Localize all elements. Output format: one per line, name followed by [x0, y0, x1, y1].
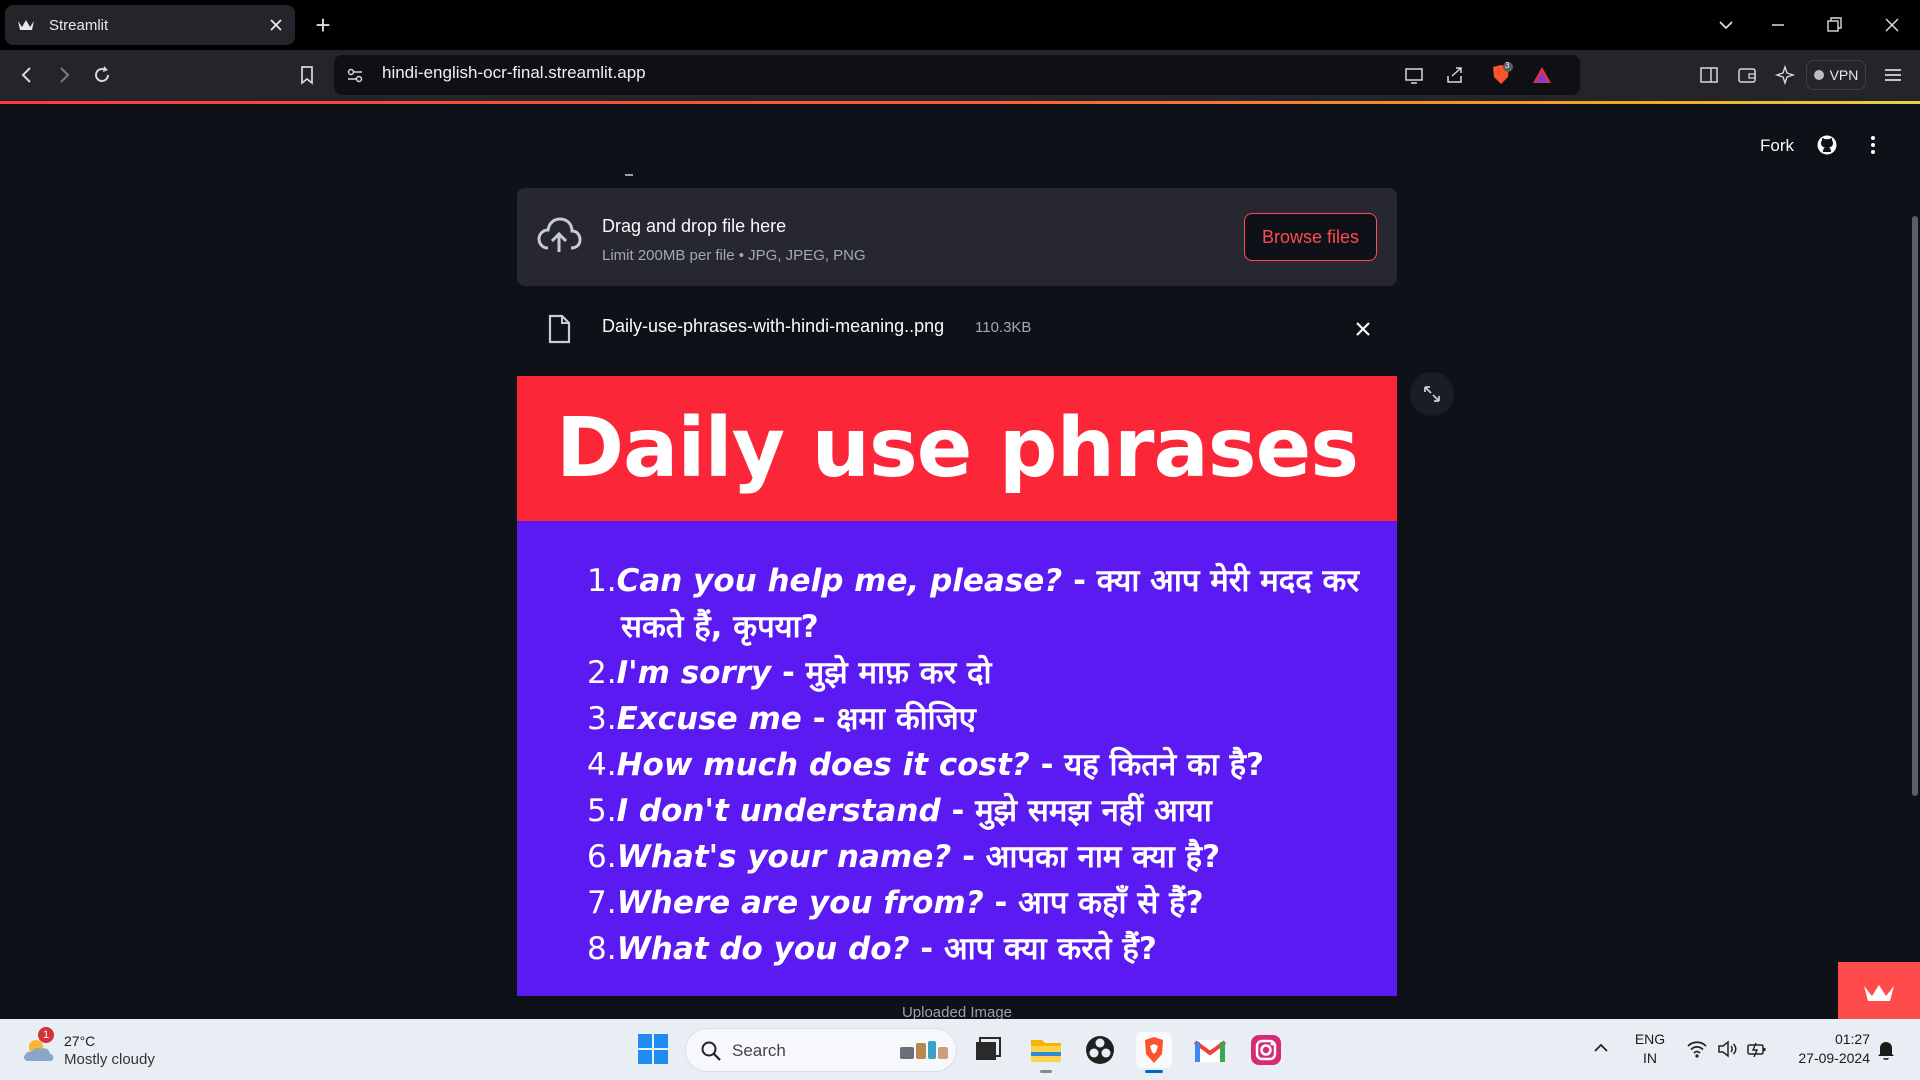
dropzone-title: Drag and drop file here: [602, 216, 787, 236]
active-indicator: [1145, 1070, 1163, 1073]
uploaded-file-item: Daily-use-phrases-with-hindi-meaning..pn…: [517, 304, 1397, 354]
phrase-line: 8.What do you do? - आप क्या करते हैं?: [587, 931, 1157, 967]
github-icon[interactable]: [1816, 134, 1838, 156]
phrase-line: सकते हैं, कृपया?: [621, 609, 819, 645]
app-menu-kebab-icon[interactable]: [1862, 134, 1884, 156]
collapsed-element-mark: [625, 174, 633, 176]
vpn-label: VPN: [1829, 67, 1859, 83]
image-heading: Daily use phrases: [555, 401, 1359, 496]
tab-close-icon[interactable]: [269, 18, 283, 32]
clock-date: 27-09-2024: [1798, 1050, 1870, 1066]
cloud-upload-icon: [536, 214, 582, 258]
bookmark-icon[interactable]: [296, 64, 318, 86]
search-icon: [700, 1040, 722, 1062]
volume-icon[interactable]: [1716, 1039, 1738, 1059]
file-explorer-icon[interactable]: [1028, 1032, 1064, 1073]
instagram-icon[interactable]: [1248, 1032, 1284, 1068]
brave-browser-taskbar-icon[interactable]: [1136, 1032, 1172, 1073]
tab-list-chevron-icon[interactable]: [1716, 15, 1736, 35]
sidebar-toggle-icon[interactable]: [1698, 64, 1720, 86]
site-settings-icon[interactable]: [344, 64, 366, 86]
language-code: ENG: [1634, 1031, 1666, 1047]
leo-ai-icon[interactable]: [1774, 64, 1796, 86]
wifi-icon[interactable]: [1686, 1039, 1708, 1059]
image-title-band: Daily use phrases: [517, 376, 1397, 521]
phrase-line: 3.Excuse me - क्षमा कीजिए: [587, 701, 976, 737]
remove-file-icon[interactable]: [1354, 320, 1372, 338]
vpn-button[interactable]: VPN: [1806, 60, 1866, 90]
wallet-icon[interactable]: [1736, 64, 1758, 86]
brave-rewards-icon[interactable]: [1531, 64, 1553, 86]
file-size: 110.3KB: [975, 319, 1032, 336]
shield-count-badge: 3: [1505, 61, 1510, 70]
show-hidden-icons-chevron-icon[interactable]: [1592, 1039, 1610, 1057]
forward-icon[interactable]: [53, 64, 75, 86]
minimize-button[interactable]: [1768, 15, 1788, 35]
phrase-line: 4.How much does it cost? - यह कितने का ह…: [587, 747, 1265, 783]
browser-tab-bar: Streamlit +: [0, 0, 1920, 50]
fork-button[interactable]: Fork: [1760, 136, 1794, 156]
close-window-button[interactable]: [1882, 15, 1902, 35]
battery-charging-icon[interactable]: [1746, 1039, 1768, 1059]
restore-button[interactable]: [1824, 15, 1844, 35]
cast-icon[interactable]: [1403, 64, 1425, 86]
taskbar-search-box[interactable]: Search: [685, 1028, 957, 1072]
brave-shields-icon[interactable]: 3: [1488, 61, 1513, 84]
phrase-line: 6.What's your name? - आपका नाम क्या है?: [587, 839, 1221, 875]
weather-badge: 1: [38, 1027, 54, 1043]
streamlit-favicon-icon: [17, 18, 35, 32]
search-placeholder: Search: [732, 1041, 786, 1060]
phrase-line: 7.Where are you from? - आप कहाँ से हैं?: [587, 885, 1204, 921]
active-indicator: [1040, 1070, 1052, 1073]
weather-description: Mostly cloudy: [64, 1051, 155, 1068]
weather-temperature: 27°C: [64, 1033, 96, 1049]
browse-files-button[interactable]: Browse files: [1244, 213, 1377, 261]
url-text: hindi-english-ocr-final.streamlit.app: [382, 63, 646, 82]
weather-widget[interactable]: 1 27°C Mostly cloudy: [22, 1027, 172, 1073]
windows-start-icon[interactable]: [636, 1032, 672, 1068]
menu-hamburger-icon[interactable]: [1882, 64, 1904, 86]
dropzone-limit-text: Limit 200MB per file • JPG, JPEG, PNG: [602, 247, 866, 264]
file-uploader-dropzone[interactable]: Drag and drop file here Limit 200MB per …: [517, 188, 1397, 286]
windows-taskbar: 1 27°C Mostly cloudy Search ENG IN 01:27…: [0, 1019, 1920, 1080]
file-name: Daily-use-phrases-with-hindi-meaning..pn…: [602, 316, 945, 336]
streamlit-badge-button[interactable]: [1838, 962, 1920, 1019]
clock-time: 01:27: [1834, 1031, 1870, 1047]
streamlit-page: Fork Drag and drop file here Limit 200MB…: [0, 104, 1920, 1019]
tab-title: Streamlit: [49, 16, 109, 34]
new-tab-button[interactable]: +: [310, 12, 336, 38]
reload-icon[interactable]: [91, 64, 113, 86]
notification-bell-icon[interactable]: [1876, 1039, 1896, 1061]
tab-streamlit[interactable]: Streamlit: [5, 5, 295, 45]
uploaded-image: Daily use phrases 1.Can you help me, ple…: [517, 376, 1397, 996]
input-language-indicator[interactable]: ENG IN: [1633, 1030, 1667, 1068]
system-clock[interactable]: 01:27 27-09-2024: [1780, 1030, 1870, 1068]
search-highlight-icon: [894, 1037, 950, 1065]
vpn-status-icon: [1813, 70, 1824, 80]
phrase-line: 1.Can you help me, please? - क्या आप मेर…: [587, 563, 1359, 599]
gmail-icon[interactable]: [1192, 1032, 1228, 1068]
share-icon[interactable]: [1444, 64, 1466, 86]
fullscreen-expand-button[interactable]: [1410, 372, 1454, 416]
streamlit-crown-icon: [1862, 982, 1896, 1004]
file-icon: [547, 314, 571, 344]
back-icon[interactable]: [16, 64, 38, 86]
image-caption: Uploaded Image: [901, 1004, 1013, 1019]
phrase-line: 2.I'm sorry - मुझे माफ़ कर दो: [587, 655, 992, 691]
task-view-icon[interactable]: [970, 1032, 1006, 1068]
page-scrollbar[interactable]: [1912, 216, 1918, 796]
obs-studio-icon[interactable]: [1082, 1032, 1118, 1068]
region-code: IN: [1643, 1050, 1657, 1066]
phrase-line: 5.I don't understand - मुझे समझ नहीं आया: [587, 793, 1212, 829]
expand-arrows-icon: [1422, 384, 1442, 404]
image-phrase-panel: 1.Can you help me, please? - क्या आप मेर…: [517, 521, 1397, 996]
